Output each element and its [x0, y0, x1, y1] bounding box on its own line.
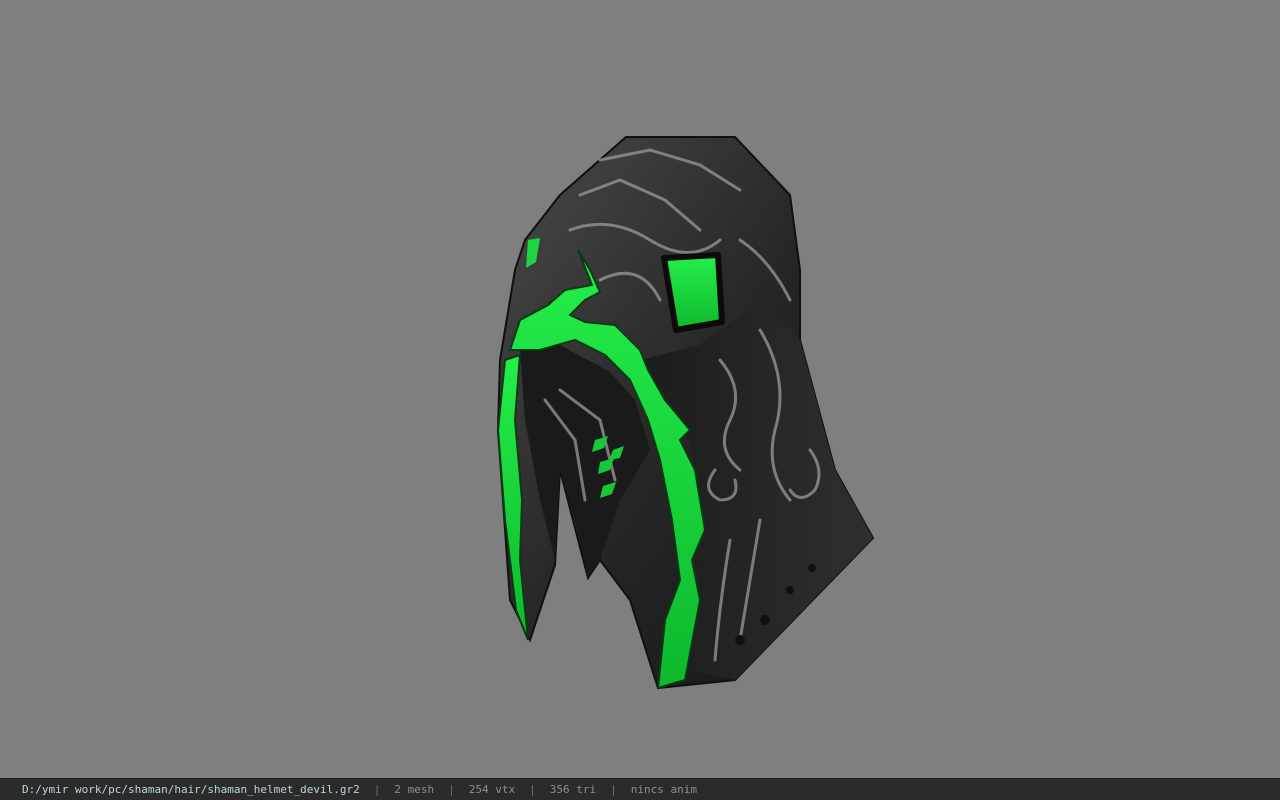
green-gem	[661, 252, 725, 333]
triangle-count: 356 tri	[549, 783, 597, 796]
3d-viewport[interactable]	[0, 0, 1280, 778]
status-separator: |	[610, 783, 617, 796]
status-bar: D:/ymir work/pc/shaman/hair/shaman_helme…	[0, 778, 1280, 800]
status-separator: |	[448, 783, 455, 796]
status-separator: |	[373, 783, 381, 796]
status-separator: |	[529, 783, 536, 796]
mesh-count: 2 mesh	[394, 783, 435, 796]
vertex-count: 254 vtx	[468, 783, 516, 796]
file-path: D:/ymir work/pc/shaman/hair/shaman_helme…	[22, 783, 360, 796]
helmet-model	[496, 136, 875, 690]
animation-status: nincs anim	[630, 783, 697, 796]
